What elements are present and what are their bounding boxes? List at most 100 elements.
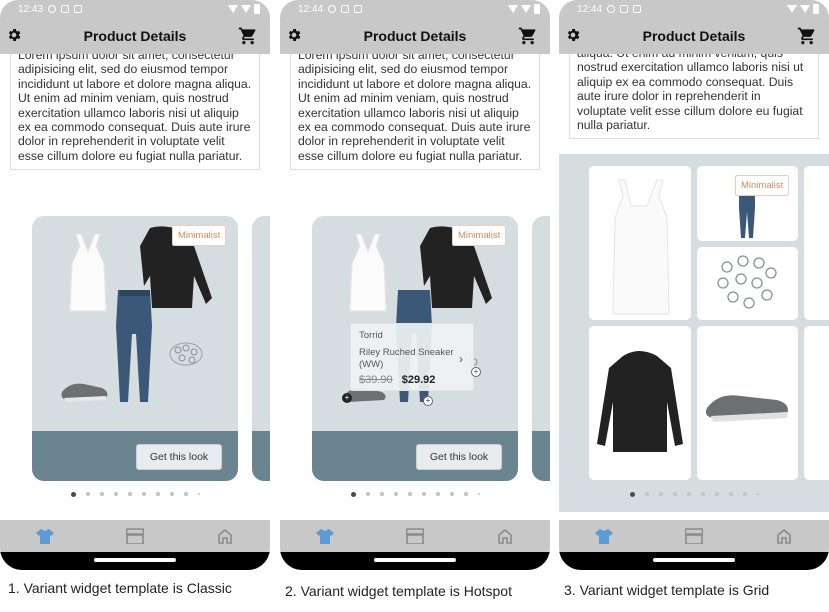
tab-home[interactable] — [764, 522, 804, 550]
sale-price: $29.92 — [401, 374, 436, 386]
caption-hotspot: 2. Variant widget template is Hotspot — [285, 583, 512, 599]
next-card-peek[interactable] — [252, 216, 270, 481]
pagination-dots — [280, 492, 550, 497]
cart-icon[interactable] — [797, 26, 817, 46]
signal-icon — [521, 5, 531, 13]
grid-item-jeans[interactable]: Minimalist — [697, 166, 798, 241]
page-dot[interactable] — [169, 492, 174, 496]
settings-gear-icon[interactable] — [286, 27, 302, 43]
settings-gear-icon[interactable] — [565, 27, 581, 43]
tab-store[interactable] — [395, 522, 435, 550]
hotspot-plus-icon[interactable]: + — [471, 367, 481, 377]
caption-grid: 3. Variant widget template is Grid — [564, 582, 770, 598]
page-dot[interactable] — [629, 492, 635, 497]
product-name: Riley Ruched Sneaker (WW) — [359, 347, 454, 370]
page-dot[interactable] — [365, 492, 370, 496]
page-dot[interactable] — [658, 492, 663, 496]
signal-icon — [800, 5, 810, 13]
description-text: Lorem ipsum dolor sit amet, consectetur … — [290, 54, 540, 171]
page-dot[interactable] — [756, 493, 759, 495]
grid-item-hoodie[interactable] — [589, 326, 691, 480]
sim-icon — [61, 5, 70, 13]
home-indicator[interactable] — [94, 558, 176, 562]
settings-gear-icon[interactable] — [6, 27, 22, 43]
wifi-icon — [228, 5, 238, 13]
store-icon — [126, 528, 144, 544]
pagination-dots — [559, 492, 829, 497]
grid-item-peek[interactable] — [804, 166, 829, 320]
notification-icon — [48, 5, 57, 13]
page-dot[interactable] — [449, 492, 454, 496]
page-dot[interactable] — [742, 492, 747, 496]
store-icon — [685, 528, 703, 544]
sim-icon — [620, 5, 629, 13]
page-dot[interactable] — [393, 492, 398, 496]
sneaker-image — [705, 395, 788, 422]
status-time: 12:44 — [298, 3, 324, 15]
tab-home[interactable] — [205, 522, 245, 550]
page-dot[interactable] — [728, 492, 733, 496]
page-dot[interactable] — [127, 492, 132, 496]
battery-icon — [813, 4, 819, 14]
page-dot[interactable] — [113, 492, 118, 496]
page-dot[interactable] — [435, 492, 440, 496]
storage-icon — [74, 5, 83, 13]
grid-item-tank-top[interactable] — [589, 166, 691, 320]
page-dot[interactable] — [99, 492, 104, 496]
page-dot[interactable] — [463, 492, 468, 496]
hotspot-plus-icon[interactable]: + — [423, 396, 433, 406]
app-bar: Product Details — [559, 18, 829, 54]
page-dot[interactable] — [714, 492, 719, 496]
bottom-tab-bar — [559, 520, 829, 552]
page-dot[interactable] — [477, 493, 480, 495]
cart-icon[interactable] — [518, 26, 538, 46]
page-dot[interactable] — [407, 492, 412, 496]
tab-shirt[interactable] — [584, 522, 624, 550]
next-card-peek[interactable] — [532, 216, 550, 481]
tab-store[interactable] — [674, 522, 714, 550]
grid-item-sneaker[interactable] — [697, 326, 798, 480]
page-dot[interactable] — [85, 492, 90, 496]
store-icon — [406, 528, 424, 544]
app-bar: Product Details — [280, 18, 550, 54]
rings-image — [717, 255, 777, 309]
page-dot[interactable] — [197, 493, 200, 495]
status-time: 12:44 — [577, 3, 603, 15]
page-dot[interactable] — [183, 492, 188, 496]
page-dot[interactable] — [672, 492, 677, 496]
home-icon — [777, 528, 791, 544]
page-dot[interactable] — [644, 492, 649, 496]
grid-item-peek[interactable] — [804, 326, 829, 480]
wifi-icon — [787, 5, 797, 13]
page-dot[interactable] — [421, 492, 426, 496]
page-dot[interactable] — [379, 492, 384, 496]
tab-shirt[interactable] — [305, 522, 345, 550]
page-dot[interactable] — [686, 492, 691, 496]
grid-item-rings[interactable] — [697, 247, 798, 320]
wifi-icon — [508, 5, 518, 13]
product-hotspot-popup[interactable]: Torrid Riley Ruched Sneaker (WW) $39.90 … — [350, 323, 474, 391]
hotspot-plus-icon[interactable]: + — [342, 393, 352, 403]
chevron-right-icon[interactable]: › — [459, 352, 463, 366]
phone-classic: 12:43 Product Details Lorem ipsum dolor … — [0, 0, 270, 570]
home-indicator[interactable] — [653, 558, 735, 562]
page-dot[interactable] — [350, 492, 356, 497]
tab-store[interactable] — [115, 522, 155, 550]
cart-icon[interactable] — [238, 26, 258, 46]
home-indicator[interactable] — [374, 558, 456, 562]
page-dot[interactable] — [700, 492, 705, 496]
status-time: 12:43 — [18, 3, 44, 15]
look-card[interactable]: Minimalist Torrid Riley Ruched Sneaker (… — [312, 216, 518, 481]
page-dot[interactable] — [141, 492, 146, 496]
get-look-button[interactable]: Get this look — [136, 444, 222, 470]
page-dot[interactable] — [70, 492, 76, 497]
look-card[interactable]: Minimalist Get this look — [32, 216, 238, 481]
page-dot[interactable] — [155, 492, 160, 496]
sim-icon — [341, 5, 350, 13]
tab-home[interactable] — [485, 522, 525, 550]
caption-classic: 1. Variant widget template is Classic — [8, 580, 232, 596]
original-price: $39.90 — [359, 374, 393, 386]
app-bar: Product Details — [0, 18, 270, 54]
get-look-button[interactable]: Get this look — [416, 444, 502, 470]
tab-shirt[interactable] — [25, 522, 65, 550]
